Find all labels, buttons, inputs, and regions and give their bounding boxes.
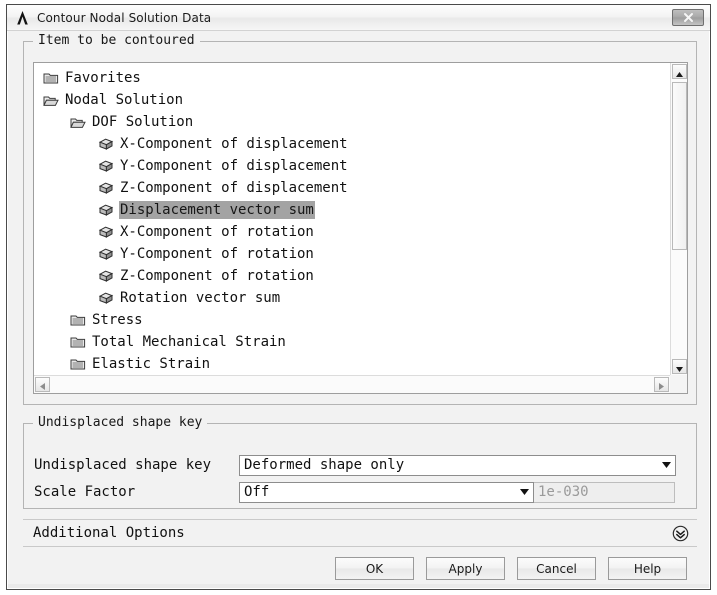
tree-item[interactable]: Z-Component of rotation (34, 265, 670, 287)
tree-item-label: Y-Component of displacement (120, 158, 348, 174)
item-to-be-contoured-group: Item to be contoured Favorites Nodal Solu… (23, 33, 697, 405)
scroll-up-arrow-icon (676, 62, 683, 81)
cube-icon (97, 269, 114, 283)
tree-vertical-scrollbar[interactable] (670, 63, 687, 375)
cube-icon (97, 225, 114, 239)
open-folder-icon (69, 115, 86, 129)
additional-options-bar[interactable]: Additional Options (23, 519, 697, 547)
tree-item-label: Total Mechanical Strain (92, 334, 286, 350)
cube-icon (97, 291, 114, 305)
tree-item-label: X-Component of displacement (120, 136, 348, 152)
tree-item[interactable]: Stress (34, 309, 670, 331)
vertical-scroll-thumb[interactable] (672, 82, 687, 250)
tree-item-label: DOF Solution (92, 114, 194, 130)
scroll-right-button[interactable] (654, 377, 669, 392)
scroll-down-button[interactable] (672, 359, 687, 374)
dropdown-arrow-icon[interactable] (516, 482, 533, 502)
cube-icon (97, 247, 114, 261)
ansys-a-logo-icon (14, 10, 31, 26)
dialog-button-row: OK Apply Cancel Help (7, 557, 710, 585)
cube-icon (97, 203, 114, 217)
tree-item-label: Rotation vector sum (120, 290, 281, 306)
contour-tree-panel: Favorites Nodal Solution DOF Solution X-Com… (33, 62, 688, 394)
scrollbar-corner (670, 375, 687, 393)
closed-folder-icon (69, 357, 86, 371)
tree-item[interactable]: Favorites (34, 67, 670, 89)
tree-item-label: Z-Component of rotation (120, 268, 314, 284)
tree-item[interactable]: Total Mechanical Strain (34, 331, 670, 353)
contour-nodal-solution-dialog: Contour Nodal Solution Data Item to be c… (6, 4, 711, 590)
scale-factor-custom-value: 1e-030 (538, 484, 589, 500)
additional-options-label: Additional Options (33, 525, 185, 541)
cube-icon (97, 159, 114, 173)
tree-item[interactable]: Nodal Solution (34, 89, 670, 111)
undisplaced-shape-key-label: Undisplaced shape key (34, 457, 212, 473)
double-chevron-down-icon[interactable] (671, 524, 689, 542)
scale-factor-custom-value-field: 1e-030 (534, 481, 675, 503)
undisplaced-shape-key-row: Undisplaced shape key Deformed shape onl… (34, 454, 686, 476)
tree-horizontal-scrollbar[interactable] (34, 375, 670, 393)
window-title: Contour Nodal Solution Data (37, 10, 212, 25)
tree-item[interactable]: Z-Component of displacement (34, 177, 670, 199)
tree-item[interactable]: X-Component of displacement (34, 133, 670, 155)
undisplaced-shape-key-group: Undisplaced shape key Undisplaced shape … (23, 415, 697, 509)
tree-item[interactable]: Y-Component of rotation (34, 243, 670, 265)
contour-tree-list[interactable]: Favorites Nodal Solution DOF Solution X-Com… (34, 63, 670, 375)
closed-folder-icon (69, 313, 86, 327)
scroll-up-button[interactable] (672, 64, 687, 79)
tree-item[interactable]: DOF Solution (34, 111, 670, 133)
cancel-button[interactable]: Cancel (517, 557, 596, 580)
scale-factor-value: Off (244, 484, 270, 500)
scale-factor-label: Scale Factor (34, 484, 136, 500)
close-x-icon (683, 12, 694, 23)
help-button[interactable]: Help (608, 557, 687, 580)
closed-folder-icon (42, 71, 59, 85)
cube-icon (97, 181, 114, 195)
tree-item-label: Stress (92, 312, 143, 328)
scale-factor-row: Scale Factor Off 1e-030 (34, 481, 686, 503)
apply-button[interactable]: Apply (426, 557, 505, 580)
title-bar: Contour Nodal Solution Data (7, 5, 710, 31)
tree-item-label: Favorites (65, 70, 141, 86)
tree-item-label: X-Component of rotation (120, 224, 314, 240)
cube-icon (97, 137, 114, 151)
scroll-down-arrow-icon (676, 357, 683, 376)
tree-item-label: Z-Component of displacement (120, 180, 348, 196)
bottom-strip (8, 584, 709, 588)
close-button[interactable] (672, 9, 704, 26)
tree-item-label: Nodal Solution (65, 92, 184, 108)
tree-item-label: Elastic Strain (92, 356, 211, 372)
tree-item[interactable]: Displacement vector sum (34, 199, 670, 221)
tree-item-label: Displacement vector sum (119, 201, 315, 219)
tree-item[interactable]: Elastic Strain (34, 353, 670, 375)
scroll-left-arrow-icon (40, 375, 45, 394)
contour-group-label: Item to be contoured (33, 33, 200, 48)
undisplaced-group-label: Undisplaced shape key (33, 415, 208, 430)
scroll-left-button[interactable] (35, 377, 50, 392)
scroll-right-arrow-icon (659, 375, 664, 394)
closed-folder-icon (69, 335, 86, 349)
tree-item[interactable]: X-Component of rotation (34, 221, 670, 243)
undisplaced-shape-key-dropdown[interactable]: Deformed shape only (239, 454, 676, 476)
scale-factor-dropdown[interactable]: Off (239, 481, 534, 503)
ok-button[interactable]: OK (335, 557, 414, 580)
dropdown-arrow-icon[interactable] (658, 455, 675, 475)
undisplaced-shape-key-value: Deformed shape only (244, 457, 405, 473)
tree-item[interactable]: Rotation vector sum (34, 287, 670, 309)
open-folder-icon (42, 93, 59, 107)
tree-item-label: Y-Component of rotation (120, 246, 314, 262)
tree-item[interactable]: Y-Component of displacement (34, 155, 670, 177)
